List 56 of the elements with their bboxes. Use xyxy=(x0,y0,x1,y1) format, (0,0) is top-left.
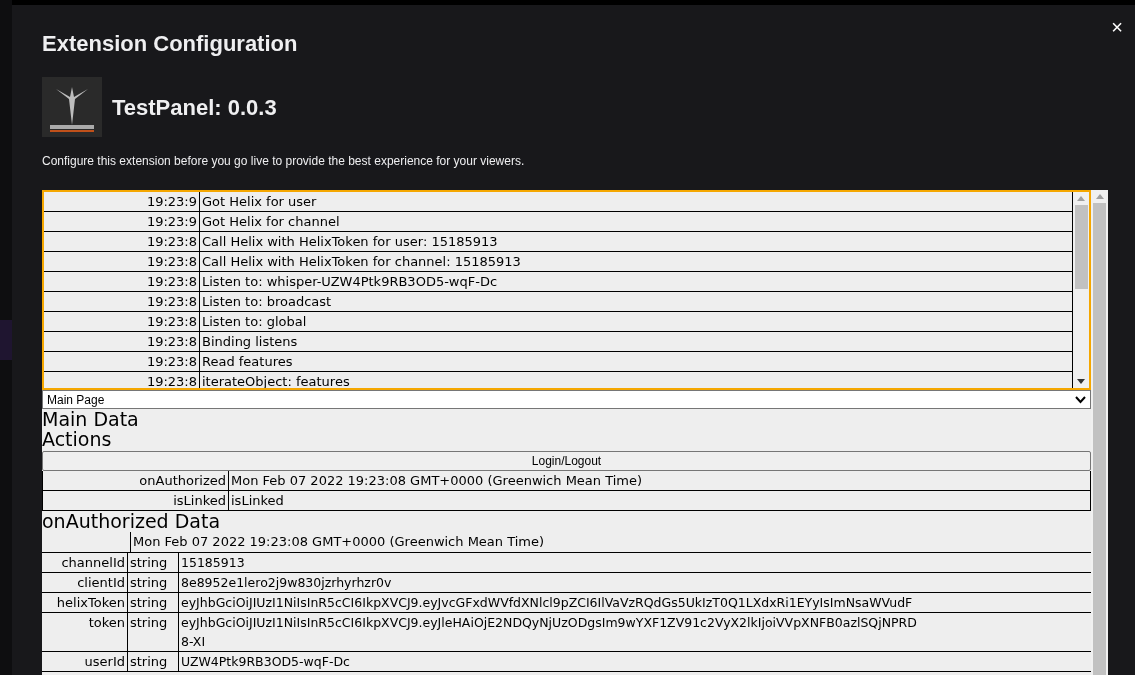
table-cell: onAuthorized xyxy=(43,471,229,490)
table-cell: token xyxy=(42,613,128,651)
log-message: Got Helix for channel xyxy=(201,213,340,231)
table-cell: userId xyxy=(42,652,128,671)
table-cell: string xyxy=(128,573,179,592)
table-cell-text: isLinked xyxy=(230,492,284,510)
dialog-title: Extension Configuration xyxy=(42,30,299,58)
table-cell-text: UZW4Ptk9RB3OD5-wqF-Dc xyxy=(180,653,350,671)
log-time: 19:23:8 xyxy=(44,332,200,351)
log-message: Listen to: global xyxy=(201,313,307,331)
description-text: Configure this extension before you go live to provide the best experience for your viewers. xyxy=(42,153,526,170)
scrollbar[interactable] xyxy=(1091,190,1108,675)
table-cell: isLinked xyxy=(43,491,229,510)
section-heading: Actions xyxy=(42,429,113,449)
table-cell-text: 8e8952e1lero2j9w830jzrhyrhzr0v xyxy=(180,574,392,592)
table-cell: string xyxy=(128,553,179,572)
table-cell: channelId xyxy=(42,553,128,572)
table-cell: string xyxy=(128,652,179,671)
log-message: Listen to: whisper-UZW4Ptk9RB3OD5-wqF-Dc xyxy=(201,273,498,291)
arrow-down-icon xyxy=(1077,379,1085,384)
page-dropdown[interactable]: Main Page xyxy=(42,390,1091,409)
dropdown-value: Main Page xyxy=(47,391,105,409)
log-time: 19:23:8 xyxy=(44,312,200,331)
close-button[interactable]: × xyxy=(1111,17,1123,37)
log-time: 19:23:8 xyxy=(44,232,200,251)
section-heading: Main Data xyxy=(42,409,140,429)
chevron-down-icon xyxy=(1075,395,1086,404)
arrow-up-icon xyxy=(1095,194,1104,199)
log-message: Listen to: broadcast xyxy=(201,293,332,311)
table-cell-text: Mon Feb 07 2022 19:23:08 GMT+0000 (Greenwich Mean Time) xyxy=(230,472,643,490)
log-message: iterateObject: features xyxy=(201,373,350,388)
table-cell: clientId xyxy=(42,573,128,592)
table-cell: string xyxy=(128,613,179,651)
arrow-up-icon xyxy=(1077,196,1085,201)
log-time: 19:23:8 xyxy=(44,292,200,311)
login-logout-button[interactable]: Login/Logout xyxy=(42,451,1091,471)
log-message: Read features xyxy=(201,353,293,371)
log-message: Binding listens xyxy=(201,333,298,351)
table-cell: helixToken xyxy=(42,593,128,612)
table-cell-text: 15185913 xyxy=(180,554,245,572)
extension-logo-icon xyxy=(42,77,102,137)
log-message: Call Helix with HelixToken for user: 15185913 xyxy=(201,233,498,251)
table-cell: string xyxy=(128,593,179,612)
log-message: Call Helix with HelixToken for channel: 15185913 xyxy=(201,253,521,271)
extension-name: TestPanel: 0.0.3 xyxy=(112,93,277,122)
table-cell-text: eyJhbGciOiJIUzI1NiIsInR5cCI6IkpXVCJ9.eyJleHAiOjE2NDQyNjUzODgsIm9wYXF1ZV91c2VyX2lkIjoiVVpXNFB0azlSQjNPRD 8-XI xyxy=(180,614,917,651)
table-cell-text: eyJhbGciOiJIUzI1NiIsInR5cCI6IkpXVCJ9.eyJvcGFxdWVfdXNlcl9pZCI6IlVaVzRQdGs5UkIzT0Q1LXdxRi1EYyIsImNsaWVudF xyxy=(180,594,913,612)
table-cell: Mon Feb 07 2022 19:23:08 GMT+0000 (Greenwich Mean Time) xyxy=(130,532,547,552)
section-heading: onAuthorized Data xyxy=(42,511,222,532)
log-time: 19:23:8 xyxy=(44,272,200,291)
log-time: 19:23:8 xyxy=(44,252,200,271)
log-time: 19:23:9 xyxy=(44,192,200,211)
scrollbar[interactable] xyxy=(1072,192,1089,388)
log-message: Got Helix for user xyxy=(201,193,317,211)
log-time: 19:23:8 xyxy=(44,352,200,371)
log-time: 19:23:9 xyxy=(44,212,200,231)
